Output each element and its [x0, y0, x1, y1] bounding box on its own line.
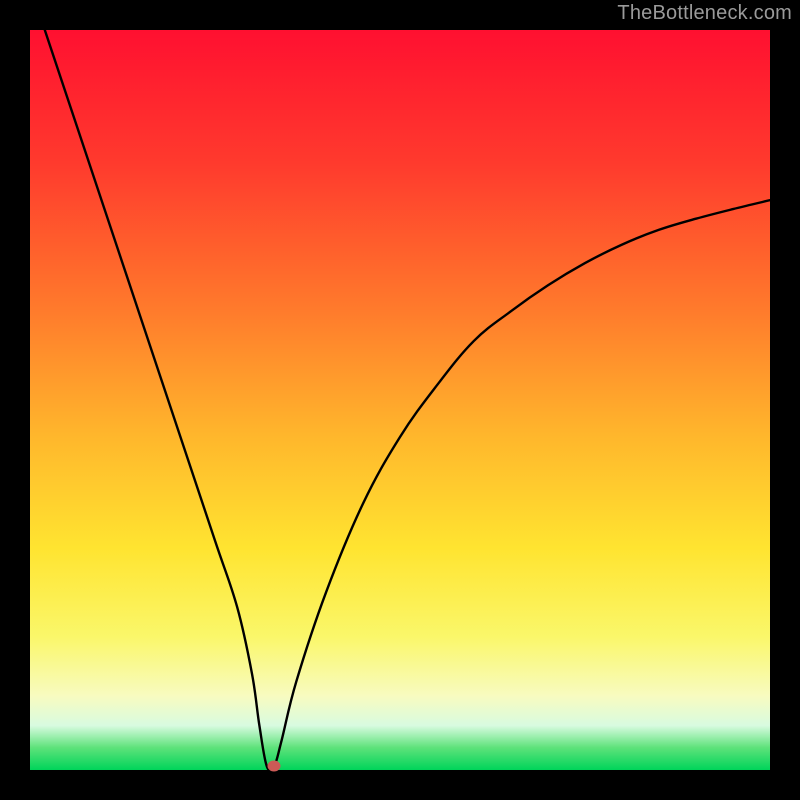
curve-svg — [30, 30, 770, 770]
minimum-marker — [268, 761, 281, 772]
curve-path — [45, 30, 770, 770]
chart-container: TheBottleneck.com — [0, 0, 800, 800]
plot-area — [30, 30, 770, 770]
watermark-text: TheBottleneck.com — [617, 2, 792, 25]
